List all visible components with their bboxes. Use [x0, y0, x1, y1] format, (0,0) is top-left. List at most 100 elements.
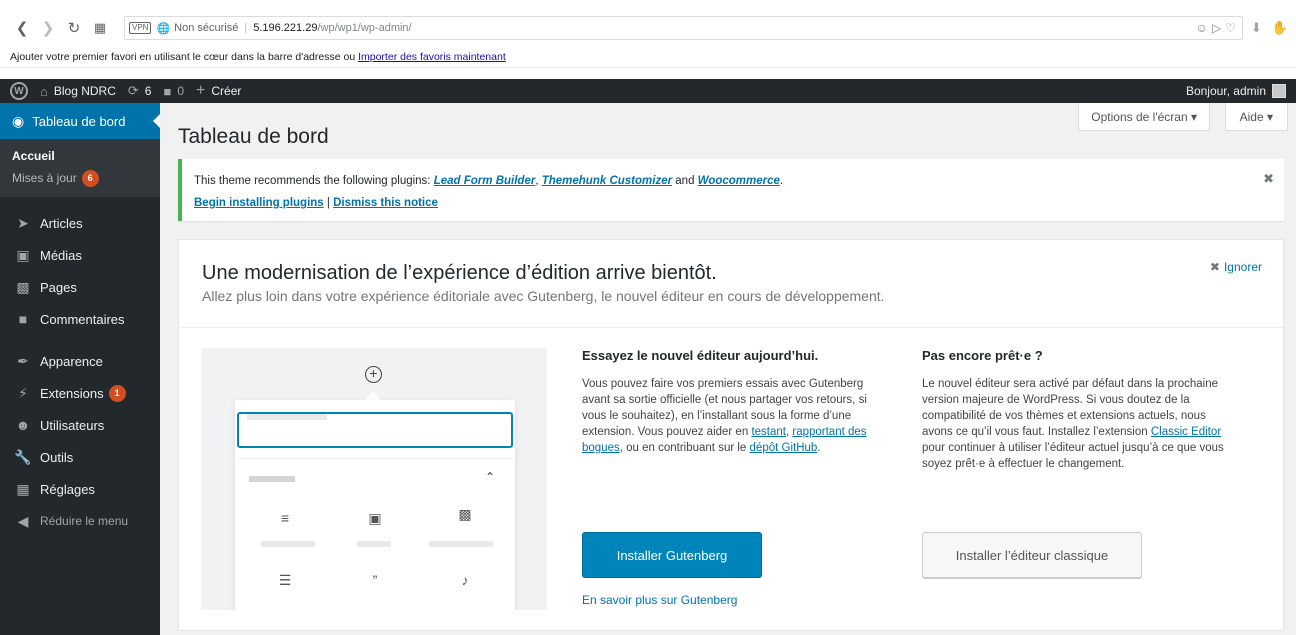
sidebar-item-comments[interactable]: ■ Commentaires	[0, 303, 160, 335]
sidebar-item-media[interactable]: ▣ Médias	[0, 239, 160, 271]
sidebar-item-label: Pages	[40, 279, 77, 295]
not-ready-title: Pas encore prêt·e ?	[922, 348, 1043, 363]
sidebar-item-label: Articles	[40, 215, 83, 231]
avatar	[1272, 84, 1286, 98]
import-favorites-link[interactable]: Importer des favoris maintenant	[358, 51, 506, 63]
site-name-link[interactable]: ⌂ Blog NDRC	[40, 84, 116, 99]
submenu-item-updates[interactable]: Mises à jour 6	[0, 167, 160, 189]
panel-heading: Une modernisation de l’expérience d’édit…	[202, 262, 717, 284]
notice-line: This theme recommends the following plug…	[194, 175, 784, 187]
greeting: Bonjour, admin	[1185, 84, 1266, 98]
sidebar-item-appearance[interactable]: ✒ Apparence	[0, 345, 160, 377]
image-icon: ▣	[368, 510, 382, 526]
gutenberg-illustration: + ⌃ ≡ ▣ ▩ ☰ ” ♪	[201, 348, 547, 610]
install-classic-editor-button[interactable]: Installer l’éditeur classique	[922, 532, 1142, 578]
comments-link[interactable]: ■ 0	[163, 84, 184, 99]
dismiss-notice-link[interactable]: Dismiss this notice	[333, 197, 438, 209]
begin-installing-link[interactable]: Begin installing plugins	[194, 197, 324, 209]
wp-admin-bar: W ⌂ Blog NDRC ⟳ 6 ■ 0 + Créer Bonjour, a…	[0, 79, 1296, 103]
dismiss-icon: ✖	[1209, 260, 1220, 274]
chevron-up-icon: ⌃	[485, 470, 496, 484]
wordpress-logo-icon[interactable]: W	[10, 82, 28, 100]
sidebar-item-tools[interactable]: 🔧 Outils	[0, 441, 160, 473]
ignore-link[interactable]: ✖ Ignorer	[1210, 260, 1262, 274]
admin-sidebar: ◉ Tableau de bord Accueil Mises à jour 6 …	[0, 103, 160, 635]
plugin-link-woocommerce[interactable]: Woocommerce	[698, 175, 780, 187]
quote-icon: ”	[372, 572, 378, 588]
forward-icon[interactable]: ❯	[38, 18, 58, 38]
help-button[interactable]: Aide ▾	[1224, 103, 1288, 131]
notice-actions: Begin installing plugins | Dismiss this …	[194, 197, 1272, 209]
sidebar-item-label: Commentaires	[40, 311, 125, 327]
dashboard-icon: ◉	[12, 112, 25, 129]
plugin-link-lead-form[interactable]: Lead Form Builder	[434, 175, 536, 187]
sidebar-item-label: Extensions	[40, 385, 104, 401]
screen-options-button[interactable]: Options de l'écran ▾	[1078, 103, 1210, 131]
try-editor-text: Vous pouvez faire vos premiers essais av…	[582, 378, 867, 454]
sidebar-item-settings[interactable]: ▦ Réglages	[0, 473, 160, 505]
comments-count: 0	[177, 84, 185, 98]
collapse-label: Réduire le menu	[40, 514, 129, 528]
favorites-prompt: Ajouter votre premier favori en utilisan…	[10, 51, 356, 63]
sidebar-item-pages[interactable]: ▩ Pages	[0, 271, 160, 303]
download-icon[interactable]: ⬇	[1251, 20, 1262, 36]
help-label: Aide	[1239, 109, 1264, 124]
plugin-link-themehunk[interactable]: Themehunk Customizer	[542, 175, 672, 187]
new-content-link[interactable]: + Créer	[196, 82, 241, 100]
plugins-badge: 1	[108, 384, 126, 402]
sidebar-item-users[interactable]: ☻ Utilisateurs	[0, 409, 160, 441]
sidebar-item-label: Réglages	[40, 481, 95, 497]
address-path: /wp/wp1/wp-admin/	[317, 22, 412, 34]
learn-more-gutenberg-link[interactable]: En savoir plus sur Gutenberg	[582, 593, 737, 607]
try-editor-title: Essayez le nouvel éditeur aujourd’hui.	[582, 348, 819, 363]
vpn-badge[interactable]: VPN	[129, 22, 152, 34]
submenu-item-home[interactable]: Accueil	[0, 145, 160, 167]
updates-link[interactable]: ⟳ 6	[128, 83, 152, 99]
site-name: Blog NDRC	[53, 84, 116, 98]
sidebar-item-plugins[interactable]: ⚡ Extensions 1	[0, 377, 160, 409]
gallery-icon: ▩	[458, 506, 472, 522]
reload-icon[interactable]: ↻	[64, 18, 84, 38]
block-inserter-mock: ⌃ ≡ ▣ ▩ ☰ ” ♪	[235, 400, 515, 610]
pin-icon: ➤	[17, 214, 29, 231]
gutenberg-panel: Une modernisation de l’expérience d’édit…	[178, 239, 1284, 631]
snap-icon[interactable]: ▷	[1212, 21, 1221, 35]
collapse-icon: ◀	[17, 512, 29, 529]
updates-icon: ⟳	[127, 83, 139, 98]
back-icon[interactable]: ❮	[12, 18, 32, 38]
github-link[interactable]: dépôt GitHub	[750, 442, 818, 454]
sidebar-item-label: Apparence	[40, 353, 103, 369]
audio-icon: ♪	[461, 572, 469, 588]
new-label: Créer	[211, 84, 242, 98]
users-icon: ☻	[15, 417, 31, 433]
panel-subheading: Allez plus loin dans votre expérience éd…	[202, 288, 885, 304]
submenu-label: Mises à jour	[12, 171, 77, 185]
notice-text: This theme recommends the following plug…	[194, 175, 431, 187]
my-account[interactable]: Bonjour, admin	[1186, 84, 1286, 98]
classic-editor-link[interactable]: Classic Editor	[1151, 426, 1221, 438]
address-bar[interactable]: VPN 🌐 Non sécurisé | 5.196.221.29/wp/wp1…	[124, 16, 1243, 40]
security-label: Non sécurisé	[174, 22, 239, 34]
close-icon[interactable]: ✖	[1263, 171, 1274, 187]
home-icon: ⌂	[40, 83, 48, 99]
sidebar-item-dashboard[interactable]: ◉ Tableau de bord	[0, 103, 160, 139]
heart-icon[interactable]: ♡	[1225, 21, 1236, 35]
emoji-icon[interactable]: ☺	[1196, 21, 1208, 35]
plugins-icon: ⚡	[18, 384, 28, 401]
sidebar-item-articles[interactable]: ➤ Articles	[0, 207, 160, 239]
extension-icon[interactable]: ✋	[1272, 20, 1288, 36]
notice-separator: |	[326, 197, 330, 209]
install-gutenberg-button[interactable]: Installer Gutenberg	[582, 532, 762, 578]
plugin-notice: This theme recommends the following plug…	[178, 159, 1284, 221]
comments-icon: ■	[18, 311, 28, 327]
sidebar-item-label: Utilisateurs	[40, 417, 105, 433]
testing-link[interactable]: testant	[751, 426, 786, 438]
collapse-menu-button[interactable]: ◀ Réduire le menu	[0, 505, 160, 537]
speed-dial-icon[interactable]: ▦	[90, 18, 110, 38]
sidebar-item-label: Outils	[40, 449, 74, 465]
tools-icon: 🔧	[14, 448, 32, 465]
ignore-label: Ignorer	[1223, 260, 1262, 274]
main-content: Options de l'écran ▾ Aide ▾ Tableau de b…	[160, 103, 1296, 635]
submenu-label: Accueil	[12, 149, 55, 163]
not-ready-column: Pas encore prêt·e ? Le nouvel éditeur se…	[922, 348, 1227, 472]
